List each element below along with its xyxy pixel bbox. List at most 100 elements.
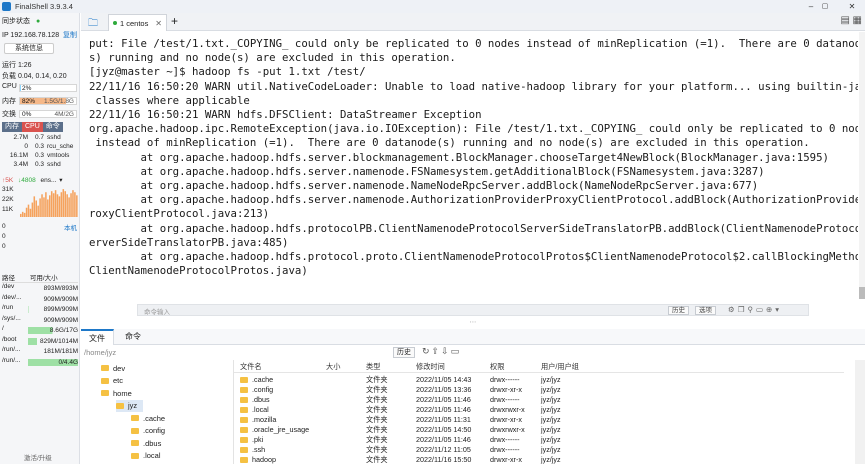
swap-value: 0%	[22, 111, 32, 118]
folder-icon	[240, 456, 248, 463]
terminal-line: at org.apache.hadoop.hdfs.server.blockma…	[89, 150, 829, 164]
net-bar	[54, 190, 57, 217]
folder-icon	[240, 396, 248, 403]
terminal-line: at org.apache.hadoop.hdfs.protocolPB.Cli…	[89, 221, 858, 235]
net-bar	[76, 195, 78, 217]
folder-icon	[240, 436, 248, 443]
uptime: 运行 1:26	[2, 62, 32, 69]
file-row[interactable]: hadoop 文件夹 2022/11/16 15:50 drwxr-xr-x jyz/j…	[234, 454, 601, 464]
system-info-button[interactable]: 系统信息	[4, 43, 54, 54]
terminal-output[interactable]: put: File /test/1.txt._COPYING_ could on…	[81, 32, 858, 299]
ip-address: IP 192.168.78.128	[2, 32, 60, 39]
tree-item[interactable]: .cache	[131, 412, 165, 424]
tree-item[interactable]: jyz	[116, 399, 144, 412]
layout-icon[interactable]: ▤	[841, 15, 850, 26]
options-button[interactable]: 选项	[695, 306, 716, 315]
chevron-down-icon[interactable]: ▾	[59, 177, 62, 184]
process-row: 16.1M 0.3 vmtools	[9, 152, 70, 159]
file-list-header: 文件名 大小 类型 修改时间 权限 用户/用户组	[234, 362, 844, 373]
terminal-line: 22/11/16 16:50:20 WARN util.NativeCodeLo…	[89, 79, 858, 93]
disk-row: /dev/... 909M/909M	[2, 293, 78, 303]
tree-item[interactable]: dev	[101, 362, 125, 374]
session-tab-bar: 🗀 1 centos ✕ + ▦ ▤	[81, 13, 865, 31]
terminal-line: at org.apache.hadoop.hdfs.protocol.proto…	[89, 250, 858, 264]
tree-item[interactable]: home	[101, 387, 132, 399]
folder-icon	[101, 377, 109, 384]
net-bar	[37, 205, 39, 217]
net-bar	[74, 192, 76, 217]
net-scale: 31K 22K 11K	[2, 186, 14, 213]
net-bar	[49, 195, 51, 217]
disk-row: /run 899M/909M	[2, 304, 78, 313]
close-tab-icon[interactable]: ✕	[155, 19, 162, 28]
net-bar	[70, 193, 72, 217]
sync-status: 同步状态 ●	[2, 18, 41, 25]
cpu-meter: 2%	[19, 84, 77, 92]
net-bar	[62, 189, 65, 217]
folder-icon	[131, 452, 139, 459]
terminal-scrollbar[interactable]	[859, 32, 865, 299]
folder-icon	[101, 390, 109, 396]
proc-tab-cpu[interactable]: CPU	[22, 122, 43, 132]
proc-tab-cmd[interactable]: 命令	[42, 122, 63, 132]
net-bar	[56, 194, 59, 217]
tree-item[interactable]: .dbus	[131, 437, 161, 449]
copy-ip-link[interactable]: 复制	[63, 32, 77, 39]
file-list: 文件名 大小 类型 修改时间 权限 用户/用户组 .cache 文件夹 2022/1…	[233, 360, 853, 464]
tab-commands[interactable]: 命令	[117, 329, 149, 345]
folder-icon	[240, 446, 248, 453]
net-download: ↓4808	[18, 177, 36, 184]
terminal-line: instead of minReplication (=1). There ar…	[89, 136, 810, 150]
folder-icon	[131, 427, 139, 434]
net-bar	[39, 198, 41, 217]
terminal-line: roxyClientProtocol.java:213)	[89, 207, 270, 221]
cmdbar-tool-icons[interactable]: ⚙❐⚲▭⊕▾	[728, 305, 782, 314]
disk-row: /run/... 0/4.4G	[2, 356, 78, 366]
activate-upgrade-link[interactable]: 激活/升级	[24, 452, 52, 462]
io-host-label[interactable]: 本机	[64, 222, 77, 232]
add-tab-button[interactable]: +	[171, 14, 178, 28]
folder-icon	[240, 386, 248, 393]
tab-label: 1 centos	[120, 18, 149, 28]
tree-item[interactable]: .local	[131, 450, 161, 462]
title-bar: FinalShell 3.9.3.4 – ▢ ✕	[0, 0, 865, 13]
net-bar	[31, 202, 34, 217]
maximize-button[interactable]: ▢	[811, 0, 839, 13]
file-list-scrollbar[interactable]	[855, 360, 865, 464]
path-history-button[interactable]: 历史	[393, 347, 415, 358]
terminal-line: put: File /test/1.txt._COPYING_ could on…	[89, 37, 858, 50]
net-bar	[33, 196, 36, 217]
tree-item[interactable]: .config	[131, 425, 165, 437]
disk-row: /run/... 181M/181M	[2, 346, 78, 355]
cpu-meter-fill	[20, 85, 22, 91]
ip-row: IP 192.168.78.128 复制	[2, 30, 77, 40]
tab-files[interactable]: 文件	[81, 329, 114, 345]
net-bar	[68, 197, 70, 217]
net-bar	[50, 191, 53, 217]
mem-meter: 82% 1.5G/1.8G	[19, 97, 77, 105]
net-bar	[23, 212, 26, 217]
folder-icon[interactable]: 🗀	[88, 16, 98, 33]
tree-item[interactable]: etc	[101, 375, 123, 387]
history-button[interactable]: 历史	[668, 306, 689, 315]
terminal-line: classes where applicable	[89, 93, 250, 107]
file-toolbar-icons[interactable]: ↻⇪⇩▭	[422, 346, 461, 357]
command-input-bar[interactable]: 命令输入 历史 选项 ⚙❐⚲▭⊕▾	[137, 304, 809, 316]
tab-centos[interactable]: 1 centos ✕	[108, 14, 167, 31]
net-bar	[58, 196, 61, 217]
proc-tab-mem[interactable]: 内存	[2, 122, 22, 132]
process-row: 2.7M 0.7 sshd	[13, 134, 61, 141]
folder-icon	[116, 402, 124, 409]
close-button[interactable]: ✕	[838, 0, 865, 13]
panel-splitter[interactable]: ⋯	[81, 319, 865, 328]
net-bar	[45, 192, 47, 217]
grid-view-icon[interactable]: ▦	[853, 15, 862, 26]
net-bar	[25, 207, 28, 217]
io-scale: 0 0 0	[2, 223, 6, 250]
bottom-tabs: 文件 命令	[81, 329, 865, 345]
process-tabs: 内存 CPU 命令	[2, 122, 63, 132]
terminal-line: org.apache.hadoop.ipc.RemoteException(ja…	[89, 122, 858, 136]
sidebar: 同步状态 ● IP 192.168.78.128 复制 系统信息 运行 1:26…	[0, 13, 80, 464]
current-path[interactable]: /home/jyz	[84, 348, 116, 357]
command-input[interactable]: 命令输入	[144, 306, 170, 316]
